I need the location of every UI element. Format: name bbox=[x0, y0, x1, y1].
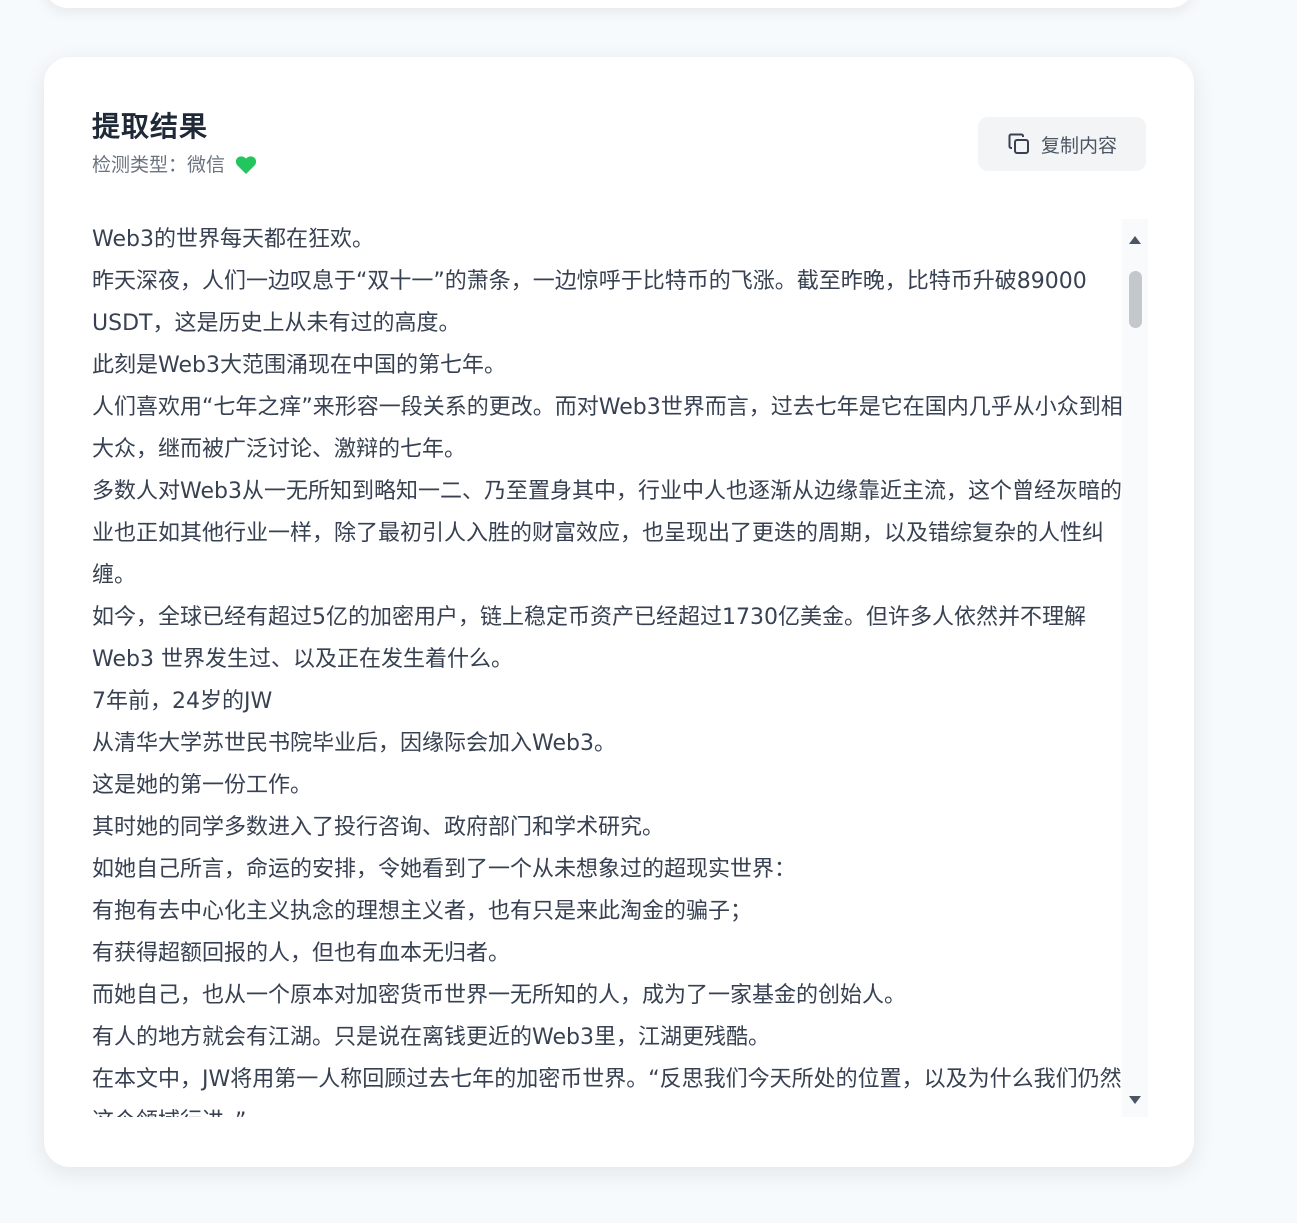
text-line: 从清华大学苏世民书院毕业后，因缘际会加入Web3。 bbox=[92, 731, 616, 756]
heart-icon bbox=[235, 155, 257, 175]
text-line: 在本文中，JW将用第一人称回顾过去七年的加密币世界。“反思我们今天所处的位置，以… bbox=[92, 1067, 1144, 1117]
text-line: 而她自己，也从一个原本对加密货币世界一无所知的人，成为了一家基金的创始人。 bbox=[92, 983, 907, 1008]
extracted-text: Web3的世界每天都在狂欢。 昨天深夜，人们一边叹息于“双十一”的萧条，一边惊呼… bbox=[92, 219, 1146, 1117]
scroll-up-arrow-icon[interactable] bbox=[1128, 231, 1142, 244]
text-line: 昨天深夜，人们一边叹息于“双十一”的萧条，一边惊呼于比特币的飞涨。截至昨晚，比特… bbox=[92, 269, 1087, 336]
extract-result-card: 提取结果 检测类型： 微信 复制内容 Web3的世界每天都在狂欢。 昨天深夜，人… bbox=[44, 57, 1194, 1167]
text-line: 有获得超额回报的人，但也有血本无归者。 bbox=[92, 941, 511, 966]
text-line: 有人的地方就会有江湖。只是说在离钱更近的Web3里，江湖更残酷。 bbox=[92, 1025, 770, 1050]
text-line: 此刻是Web3大范围涌现在中国的第七年。 bbox=[92, 353, 506, 378]
text-line: 7年前，24岁的JW bbox=[92, 689, 273, 714]
copy-content-button[interactable]: 复制内容 bbox=[978, 117, 1146, 171]
copy-button-label: 复制内容 bbox=[1040, 134, 1117, 157]
detect-type-value: 微信 bbox=[187, 154, 226, 176]
text-line: 人们喜欢用“七年之痒”来形容一段关系的更改。而对Web3世界而言，过去七年是它在… bbox=[92, 395, 1145, 462]
text-scrollbar[interactable] bbox=[1122, 219, 1148, 1117]
card-header: 提取结果 检测类型： 微信 复制内容 bbox=[92, 107, 1146, 187]
copy-icon bbox=[1007, 132, 1031, 156]
text-line: 其时她的同学多数进入了投行咨询、政府部门和学术研究。 bbox=[92, 815, 665, 840]
text-line: Web3的世界每天都在狂欢。 bbox=[92, 227, 374, 252]
text-line: 如她自己所言，命运的安排，令她看到了一个从未想象过的超现实世界： bbox=[92, 857, 797, 882]
detect-type-label: 检测类型： bbox=[92, 154, 188, 176]
extracted-text-area[interactable]: Web3的世界每天都在狂欢。 昨天深夜，人们一边叹息于“双十一”的萧条，一边惊呼… bbox=[92, 219, 1146, 1117]
text-line: 有抱有去中心化主义执念的理想主义者，也有只是来此淘金的骗子； bbox=[92, 899, 753, 924]
text-line: 这是她的第一份工作。 bbox=[92, 773, 313, 798]
text-line: 如今，全球已经有超过5亿的加密用户，链上稳定币资产已经超过1730亿美金。但许多… bbox=[92, 605, 1086, 672]
scroll-thumb[interactable] bbox=[1129, 271, 1142, 328]
previous-card bbox=[44, 0, 1194, 8]
text-line: 多数人对Web3从一无所知到略知一二、乃至置身其中，行业中人也逐渐从边缘靠近主流… bbox=[92, 479, 1144, 588]
scroll-down-arrow-icon[interactable] bbox=[1128, 1091, 1142, 1104]
